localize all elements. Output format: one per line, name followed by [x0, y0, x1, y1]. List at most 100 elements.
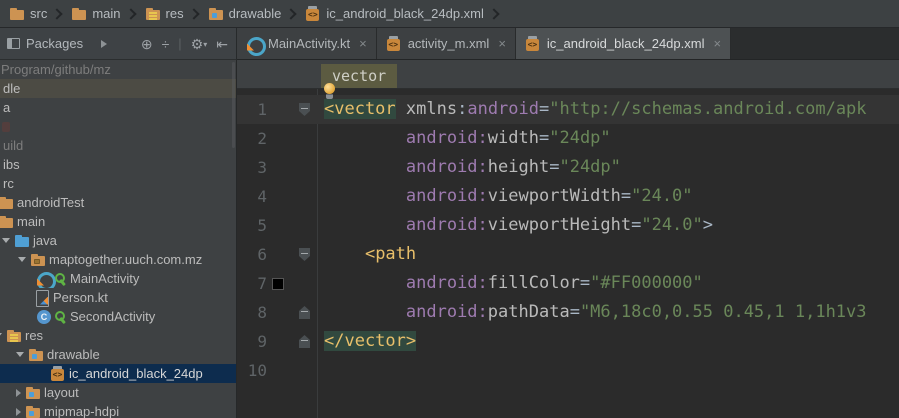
- chevron-collapsed-icon[interactable]: [16, 388, 21, 397]
- chevron-collapsed-icon[interactable]: [16, 407, 21, 416]
- code-line[interactable]: 6 <path: [237, 240, 899, 269]
- project-view-icon: [7, 38, 20, 49]
- token-plain: >: [702, 215, 714, 235]
- view-selector[interactable]: Packages: [26, 36, 83, 51]
- code-text[interactable]: android:pathData="M6,18c0,0.55 0.45,1 1,…: [317, 298, 899, 327]
- tree-item-Program/github/mz[interactable]: Program/github/mz: [0, 60, 236, 79]
- tree-item-res[interactable]: res: [0, 326, 236, 345]
- tree-item-label: dle: [3, 81, 21, 96]
- line-number: 8: [257, 303, 267, 322]
- fold-end-icon[interactable]: [299, 335, 310, 348]
- tree-item-androidTest[interactable]: androidTest: [0, 193, 236, 212]
- code-text[interactable]: android:fillColor="#FF000000": [317, 269, 899, 298]
- code-line[interactable]: 3 android:height="24dp": [237, 153, 899, 182]
- chevron-expanded-icon[interactable]: [2, 238, 10, 243]
- chevron-expanded-icon[interactable]: [16, 352, 24, 357]
- folder-blue-icon: [14, 233, 30, 249]
- line-number: 5: [257, 216, 267, 235]
- fold-collapse-icon[interactable]: [299, 103, 310, 116]
- intention-bulb-icon[interactable]: [323, 83, 336, 101]
- tree-item-MainActivity[interactable]: MainActivity: [0, 269, 236, 288]
- breadcrumb-item-src[interactable]: src: [6, 0, 50, 27]
- tree-item-dle[interactable]: dle: [0, 79, 236, 98]
- breadcrumb-label: ic_android_black_24dp.xml: [326, 6, 484, 21]
- token-plain: =: [631, 215, 642, 235]
- package-mark-icon: [34, 258, 40, 264]
- tree-item-ibs[interactable]: ibs: [0, 155, 236, 174]
- tree-item-mipmap-hdpi[interactable]: mipmap-hdpi: [0, 402, 236, 418]
- code-line[interactable]: 2 android:width="24dp": [237, 124, 899, 153]
- code-text[interactable]: <path: [317, 240, 899, 269]
- tree-item-label: SecondActivity: [70, 309, 156, 324]
- code-text[interactable]: android:viewportWidth="24.0": [317, 182, 899, 211]
- code-text[interactable]: android:height="24dp": [317, 153, 899, 182]
- tree-item-SecondActivity[interactable]: SecondActivity: [0, 307, 236, 326]
- code-line[interactable]: 1 <vector xmlns:android="http://schemas.a…: [237, 95, 899, 124]
- tree-scrollbar[interactable]: [232, 62, 235, 148]
- breadcrumb-item-main[interactable]: main: [68, 0, 123, 27]
- hide-panel-icon[interactable]: ⇤: [216, 37, 228, 51]
- close-tab-icon[interactable]: ×: [713, 36, 721, 51]
- token-ns: :: [477, 186, 488, 206]
- token-str: "#FF000000": [590, 273, 703, 293]
- res-sub-folder-mark-icon: [29, 391, 34, 397]
- xml-file-icon: [50, 365, 66, 382]
- gutter-fold-column: [289, 306, 317, 319]
- tab-activity_m.xml[interactable]: activity_m.xml ×: [376, 28, 516, 59]
- tree-item-Person.kt[interactable]: Person.kt: [0, 288, 236, 307]
- code-line[interactable]: 5 android:viewportHeight="24.0">: [237, 211, 899, 240]
- color-preview-swatch[interactable]: [272, 277, 284, 290]
- code-line[interactable]: 7 android:fillColor="#FF000000": [237, 269, 899, 298]
- close-tab-icon[interactable]: ×: [359, 36, 367, 51]
- tree-item-a[interactable]: a: [0, 98, 236, 117]
- token-ns: :: [477, 157, 488, 177]
- code-line[interactable]: 8 android:pathData="M6,18c0,0.55 0.45,1 …: [237, 298, 899, 327]
- code-text[interactable]: android:viewportHeight="24.0">: [317, 211, 899, 240]
- tree-item-blank[interactable]: [0, 117, 236, 136]
- breadcrumb-item-ic_android_black_24dp.xml[interactable]: ic_android_black_24dp.xml: [302, 0, 487, 27]
- tree-item-drawable[interactable]: drawable: [0, 345, 236, 364]
- tab-ic_android_black_24dp.xml[interactable]: ic_android_black_24dp.xml ×: [515, 28, 732, 59]
- tree-item-java[interactable]: java: [0, 231, 236, 250]
- editor-pane[interactable]: vector 1 <vector xmlns:android="http://sc…: [237, 60, 899, 418]
- code-line[interactable]: 4 android:viewportWidth="24.0": [237, 182, 899, 211]
- code-line[interactable]: 9 </vector>: [237, 327, 899, 356]
- res-sub-folder-icon: [25, 404, 41, 418]
- tree-item-uild[interactable]: uild: [0, 136, 236, 155]
- chevron-right-icon: [285, 7, 298, 20]
- kotlin-file-icon: [34, 289, 50, 307]
- tree-item-rc[interactable]: rc: [0, 174, 236, 193]
- breadcrumb-item-drawable[interactable]: drawable: [205, 0, 285, 27]
- close-tab-icon[interactable]: ×: [498, 36, 506, 51]
- code-area[interactable]: 1 <vector xmlns:android="http://schemas.a…: [237, 89, 899, 385]
- tab-label: ic_android_black_24dp.xml: [546, 36, 705, 51]
- collapse-all-icon[interactable]: ÷: [162, 37, 170, 51]
- fold-end-icon[interactable]: [299, 306, 310, 319]
- expand-view-arrow-icon[interactable]: [101, 39, 108, 48]
- token-ns: android: [405, 215, 478, 235]
- chevron-expanded-icon[interactable]: [18, 257, 26, 262]
- code-text[interactable]: </vector>: [317, 327, 899, 356]
- code-text[interactable]: <vector xmlns:android="http://schemas.an…: [317, 95, 899, 124]
- tree-item-ic_android_black_24dp[interactable]: ic_android_black_24dp: [0, 364, 236, 383]
- tree-item-layout[interactable]: layout: [0, 383, 236, 402]
- locate-icon[interactable]: ⊕: [141, 37, 153, 51]
- breadcrumb-item-res[interactable]: res: [142, 0, 187, 27]
- code-text[interactable]: android:width="24dp": [317, 124, 899, 153]
- tree-item-label: res: [25, 328, 44, 343]
- breadcrumb-label: res: [165, 6, 184, 21]
- res-sub-folder-mark-icon: [32, 353, 37, 359]
- project-tree: Program/github/mz dle a uild ibs rc androidTes…: [0, 60, 237, 418]
- gutter-fold-column: [289, 103, 317, 116]
- res-sub-folder-mark-icon: [29, 410, 34, 416]
- tree-item-label: a: [3, 100, 11, 115]
- settings-gear-icon[interactable]: ⚙▾: [191, 37, 208, 51]
- tree-item-main[interactable]: main: [0, 212, 236, 231]
- chevron-expanded-icon[interactable]: [0, 333, 2, 338]
- fold-collapse-icon[interactable]: [299, 248, 310, 261]
- token-str: "http://schemas.android.com/apk: [549, 99, 867, 119]
- res-folder-mark-icon: [10, 333, 18, 336]
- code-line[interactable]: 10: [237, 356, 899, 385]
- tree-item-maptogether.uuch.com.mz[interactable]: maptogether.uuch.com.mz: [0, 250, 236, 269]
- tab-MainActivity.kt[interactable]: MainActivity.kt ×: [237, 28, 377, 59]
